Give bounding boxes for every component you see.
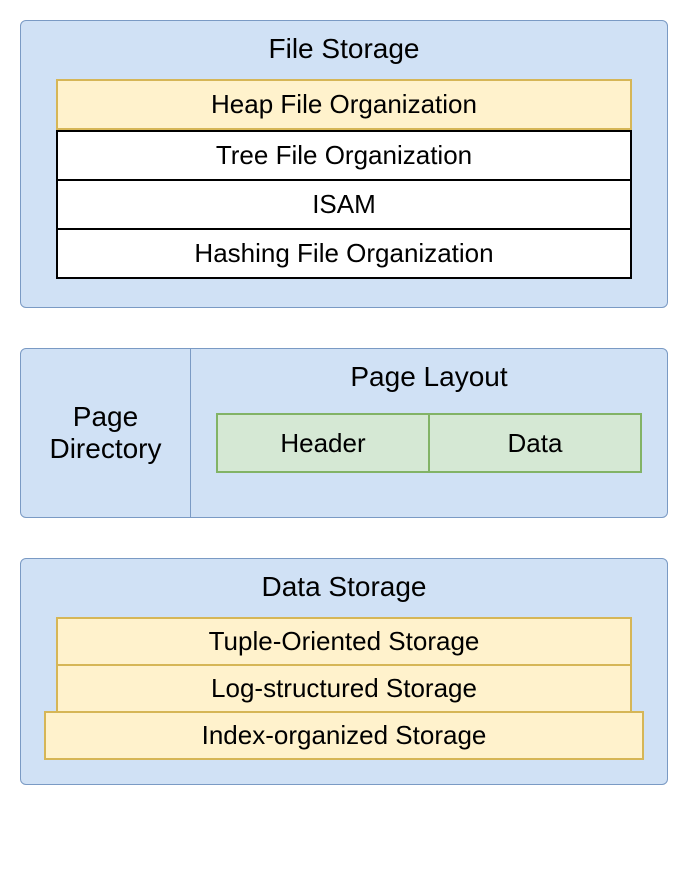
page-layout-box: Page Layout Header Data [191,349,667,517]
file-storage-list: Heap File Organization Tree File Organiz… [56,79,632,279]
page-layout-container: Page Directory Page Layout Header Data [20,348,668,518]
ds-index-organized: Index-organized Storage [44,711,643,760]
file-org-tree: Tree File Organization [56,130,632,181]
ds-log-structured: Log-structured Storage [56,664,632,713]
page-layout-row: Header Data [216,413,642,473]
data-storage-block: Data Storage Tuple-Oriented Storage Log-… [20,558,668,785]
page-cell-data: Data [430,413,642,473]
data-storage-title: Data Storage [56,571,632,603]
page-directory-box: Page Directory [21,349,191,517]
page-layout-title: Page Layout [216,361,642,393]
file-org-hashing: Hashing File Organization [56,230,632,279]
data-storage-list: Tuple-Oriented Storage Log-structured St… [56,617,632,760]
page-cell-header: Header [216,413,430,473]
file-storage-title: File Storage [56,33,632,65]
file-org-heap: Heap File Organization [56,79,632,130]
file-org-isam: ISAM [56,181,632,230]
file-storage-block: File Storage Heap File Organization Tree… [20,20,668,308]
ds-tuple-oriented: Tuple-Oriented Storage [56,617,632,666]
